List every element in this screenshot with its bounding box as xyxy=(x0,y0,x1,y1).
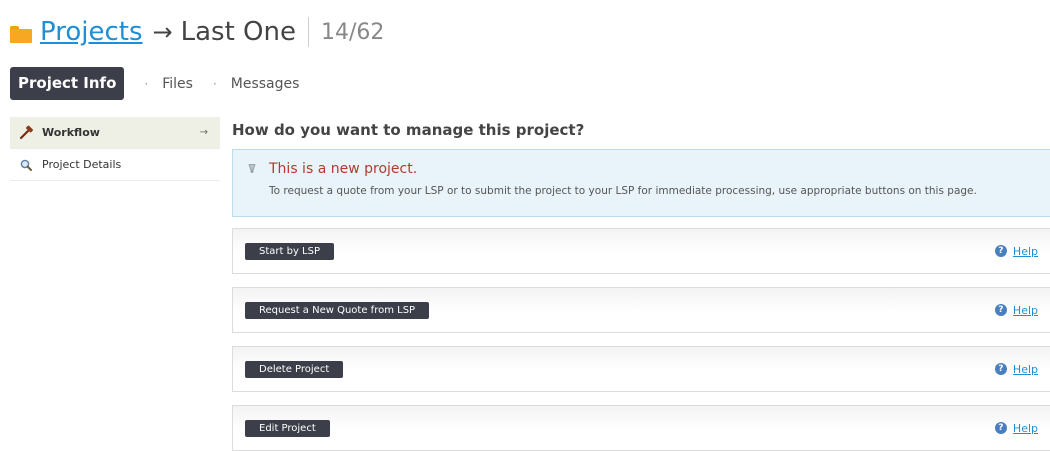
sidebar-item-label: Project Details xyxy=(42,158,122,171)
notice-title: This is a new project. xyxy=(269,161,418,177)
action-row-start-by-lsp: Start by LSP ? Help xyxy=(232,228,1050,274)
project-counter: 14/62 xyxy=(321,19,385,45)
edit-project-button[interactable]: Edit Project xyxy=(245,419,330,437)
help-link[interactable]: ? Help xyxy=(994,421,1038,435)
sidebar-item-workflow[interactable]: Workflow → xyxy=(10,117,220,149)
notice-text: To request a quote from your LSP or to s… xyxy=(269,185,977,197)
sidebar-item-label: Workflow xyxy=(42,126,100,139)
tab-project-info[interactable]: Project Info xyxy=(10,67,125,100)
help-icon: ? xyxy=(994,245,1007,257)
main-content: How do you want to manage this project? … xyxy=(232,117,1050,451)
help-link-text: Help xyxy=(1012,421,1038,435)
help-link-text: Help xyxy=(1012,244,1038,258)
folder-icon xyxy=(10,25,32,43)
lightbulb-icon xyxy=(245,162,259,176)
help-link[interactable]: ? Help xyxy=(994,362,1038,376)
request-new-quote-button[interactable]: Request a New Quote from LSP xyxy=(245,301,430,319)
help-icon: ? xyxy=(994,363,1007,375)
action-row-edit-project: Edit Project ? Help xyxy=(232,405,1050,451)
help-link-text: Help xyxy=(1012,362,1038,376)
help-link[interactable]: ? Help xyxy=(994,244,1038,258)
action-row-delete-project: Delete Project ? Help xyxy=(232,346,1050,392)
breadcrumb-projects-link[interactable]: Projects xyxy=(40,17,143,47)
page-title: Last One xyxy=(180,17,296,47)
arrow-right-icon: → xyxy=(199,127,208,138)
title-divider xyxy=(308,17,309,47)
project-tabs: Project Info · Files · Messages xyxy=(10,67,299,100)
tab-messages[interactable]: Messages xyxy=(231,76,300,92)
page-header: Projects → Last One 14/62 xyxy=(10,14,384,50)
tab-separator: · xyxy=(212,76,217,91)
help-icon: ? xyxy=(994,422,1007,434)
help-link-text: Help xyxy=(1012,303,1038,317)
help-icon: ? xyxy=(994,304,1007,316)
delete-project-button[interactable]: Delete Project xyxy=(245,360,344,378)
breadcrumb-arrow: → xyxy=(152,18,173,46)
section-heading: How do you want to manage this project? xyxy=(232,121,585,139)
tab-files[interactable]: Files xyxy=(162,76,193,92)
help-link[interactable]: ? Help xyxy=(994,303,1038,317)
start-by-lsp-button[interactable]: Start by LSP xyxy=(245,242,335,260)
notice-title-row: This is a new project. xyxy=(245,161,1038,177)
tab-separator: · xyxy=(144,76,149,91)
magnifier-icon xyxy=(18,157,34,173)
new-project-notice: This is a new project. To request a quot… xyxy=(232,149,1050,217)
sidebar: Workflow → Project Details xyxy=(10,117,220,181)
hammer-icon xyxy=(18,125,34,141)
action-row-request-quote: Request a New Quote from LSP ? Help xyxy=(232,287,1050,333)
sidebar-item-project-details[interactable]: Project Details xyxy=(10,149,220,181)
